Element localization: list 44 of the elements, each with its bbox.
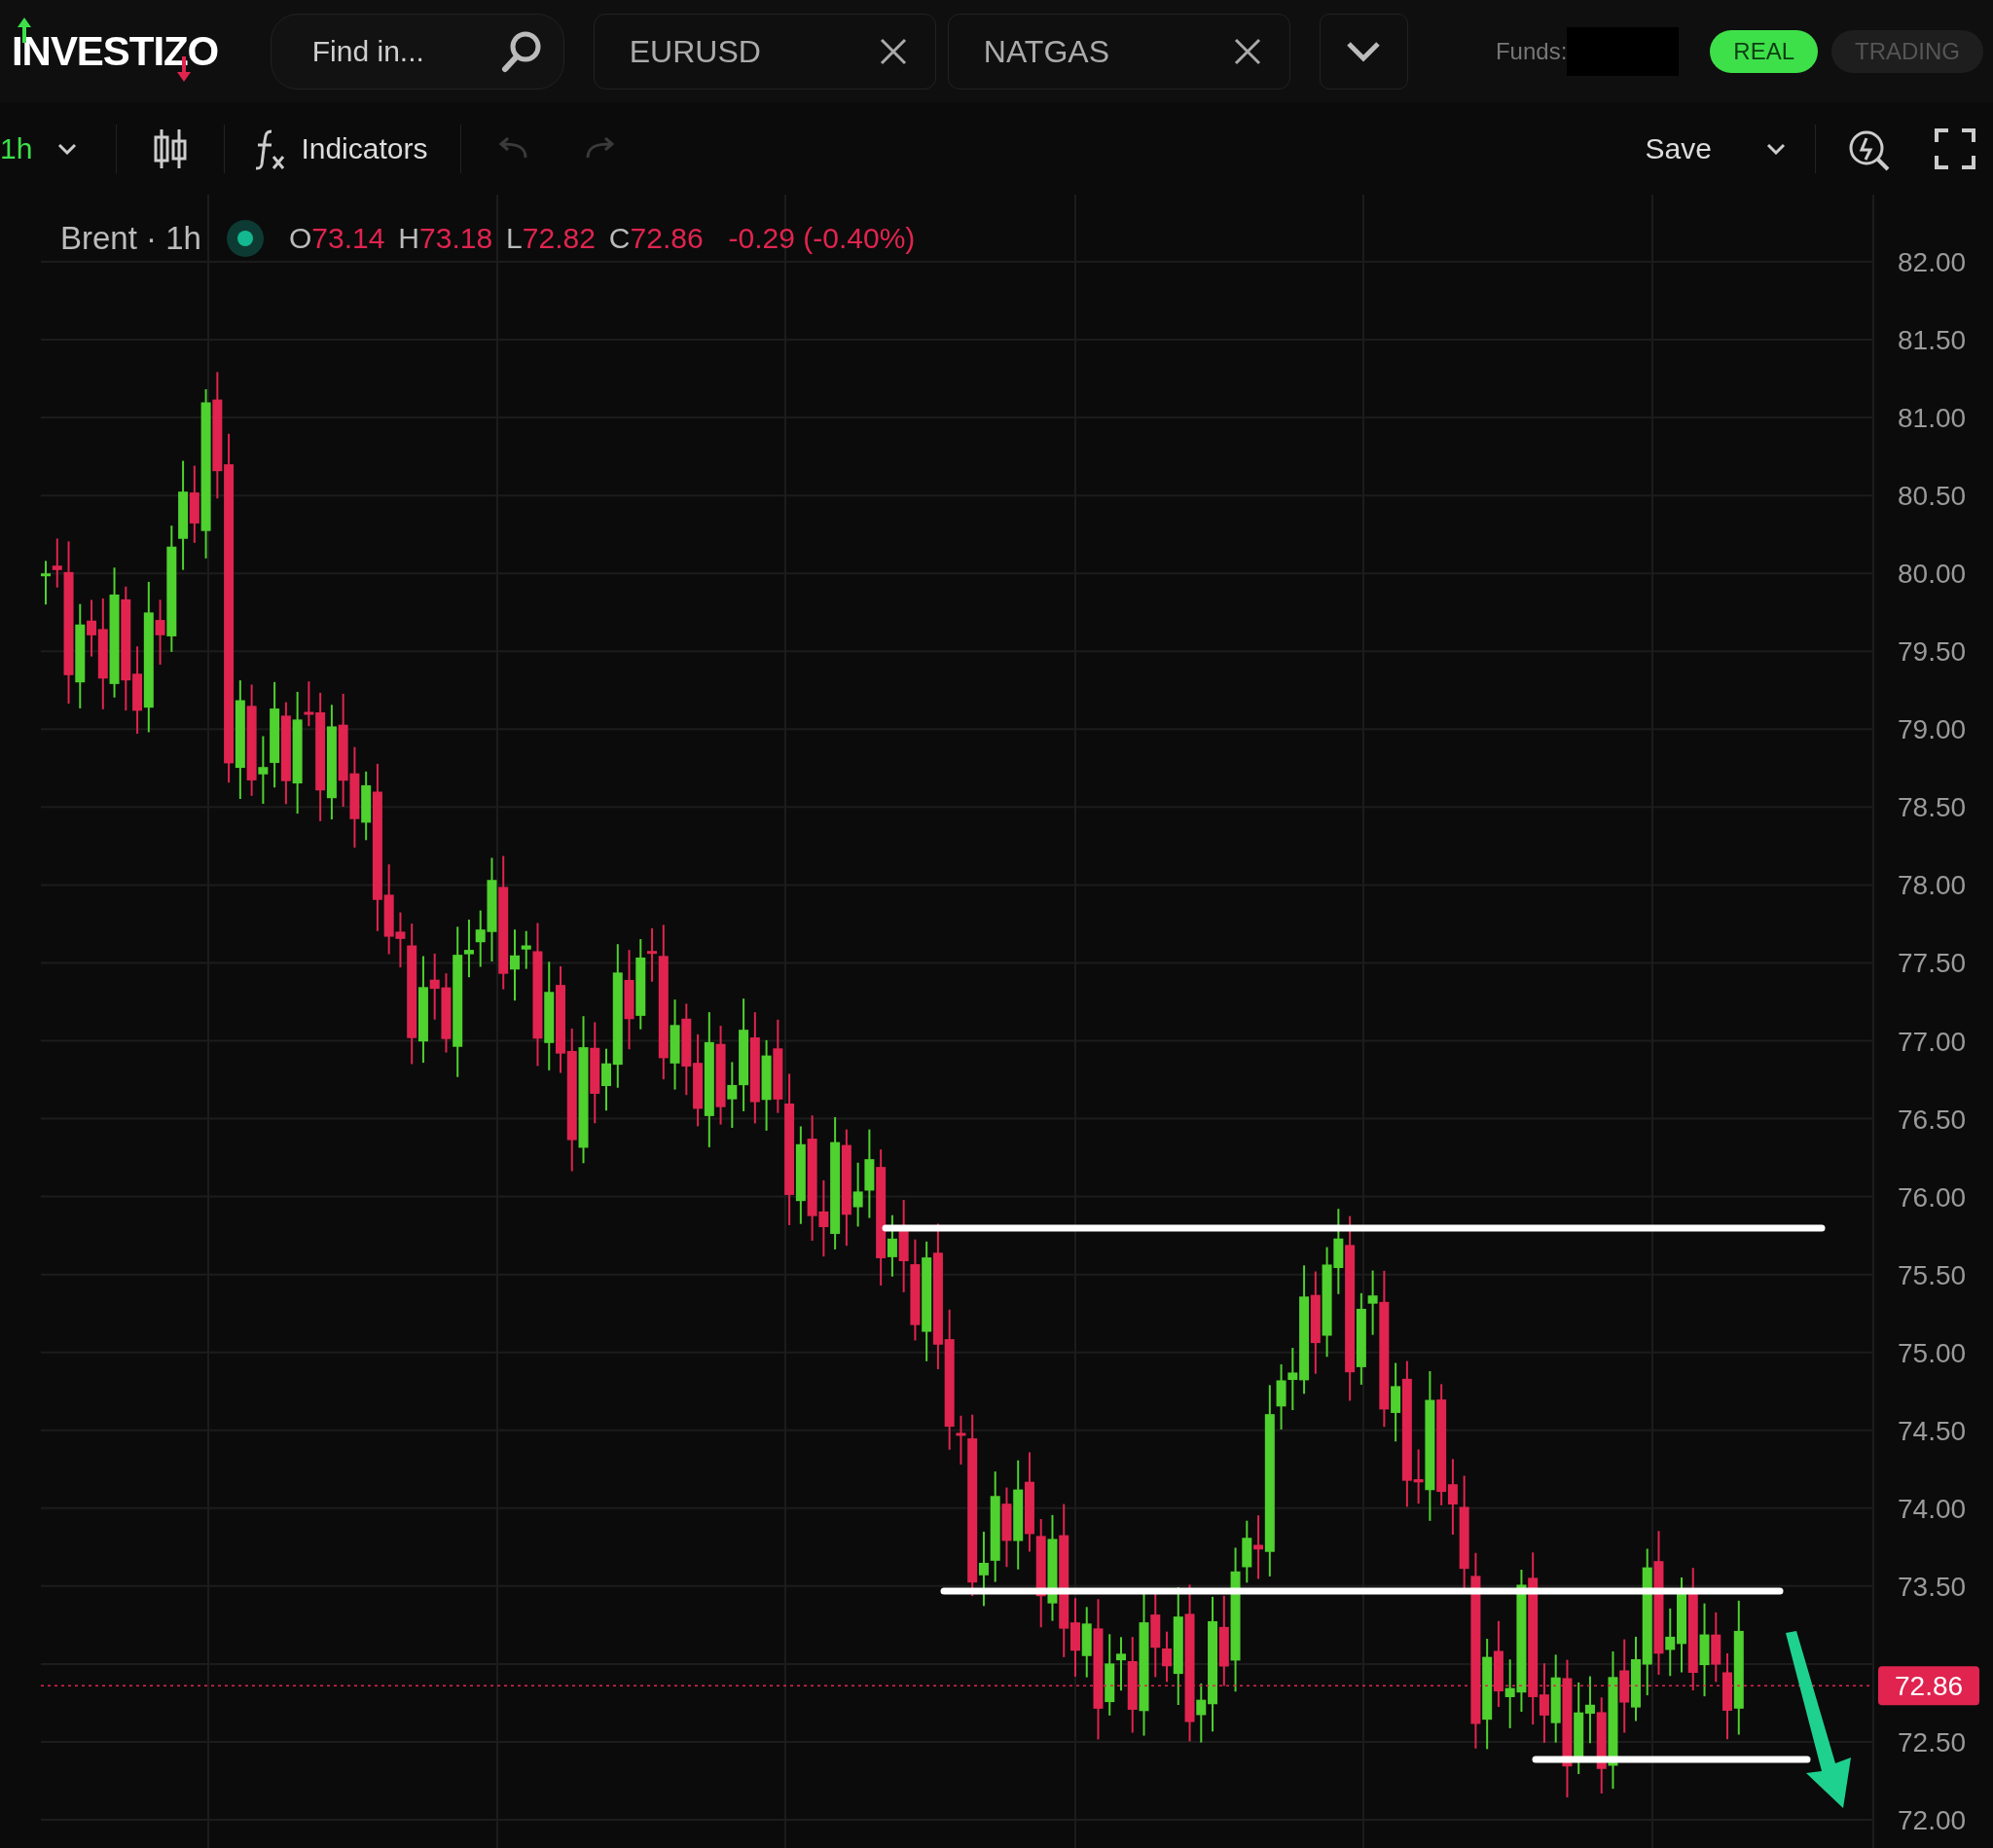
last-price-tag: 72.86 bbox=[1878, 1666, 1979, 1706]
symbol-tab[interactable]: NATGAS bbox=[947, 13, 1290, 90]
symbol-tab[interactable]: EURUSD bbox=[593, 13, 936, 90]
price-change: -0.29 (-0.40%) bbox=[728, 221, 916, 257]
price-axis-label: 79.00 bbox=[1898, 714, 1967, 745]
price-axis-label: 74.00 bbox=[1898, 1493, 1967, 1524]
ohlc-value: H73.18 bbox=[398, 221, 493, 257]
interval-dropdown[interactable]: 1h bbox=[0, 127, 97, 170]
funds-label: Funds: bbox=[1495, 36, 1568, 66]
price-axis-label: 81.50 bbox=[1898, 325, 1967, 356]
price-axis-label: 72.50 bbox=[1898, 1726, 1967, 1757]
price-axis-label: 76.50 bbox=[1898, 1104, 1967, 1135]
ohlc-value: C72.86 bbox=[608, 221, 704, 257]
search-field[interactable]: Find in... bbox=[270, 13, 564, 90]
logo: INVESTIZO bbox=[10, 17, 241, 86]
candles-icon[interactable] bbox=[152, 127, 190, 170]
ohlc-value: L72.82 bbox=[506, 221, 596, 257]
price-axis-label: 72.00 bbox=[1898, 1805, 1967, 1835]
price-axis-label: 80.00 bbox=[1898, 559, 1967, 590]
fullscreen-icon[interactable] bbox=[1935, 127, 1975, 169]
symbol-label: Brent · 1h bbox=[60, 219, 201, 258]
ohlc-value: O73.14 bbox=[288, 221, 385, 257]
price-axis-label: 75.50 bbox=[1898, 1259, 1967, 1290]
price-axis-label: 78.00 bbox=[1898, 870, 1967, 901]
price-axis-label: 80.50 bbox=[1898, 481, 1967, 512]
indicators-button[interactable]: Indicators bbox=[254, 127, 428, 170]
save-button[interactable]: Save bbox=[1645, 127, 1712, 170]
chevron-down-icon bbox=[1346, 40, 1382, 62]
mode-toggle[interactable]: REAL bbox=[1710, 29, 1818, 73]
close-icon[interactable] bbox=[878, 36, 908, 66]
price-axis-label: 77.50 bbox=[1898, 948, 1967, 979]
price-axis-label: 73.50 bbox=[1898, 1571, 1967, 1602]
close-icon[interactable] bbox=[1232, 36, 1262, 66]
tabs-dropdown-button[interactable] bbox=[1319, 13, 1408, 90]
price-axis-label: 82.00 bbox=[1898, 247, 1967, 277]
caret-icon bbox=[57, 142, 78, 155]
price-axis-label: 81.00 bbox=[1898, 403, 1967, 434]
price-axis-label: 78.50 bbox=[1898, 792, 1967, 823]
price-axis-label: 74.50 bbox=[1898, 1415, 1967, 1446]
price-axis-label: 79.50 bbox=[1898, 636, 1967, 668]
price-axis-label: 77.00 bbox=[1898, 1026, 1967, 1057]
price-axis-label: 76.00 bbox=[1898, 1181, 1967, 1213]
price-axis-label: 75.00 bbox=[1898, 1337, 1967, 1368]
caret-icon[interactable] bbox=[1766, 142, 1786, 155]
